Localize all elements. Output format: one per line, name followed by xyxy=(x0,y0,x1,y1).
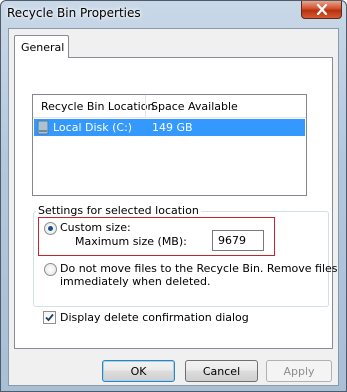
dialog-window: Recycle Bin Properties General Recycle B… xyxy=(0,0,347,392)
no-move-label-line1[interactable]: Do not move files to the Recycle Bin. Re… xyxy=(60,262,338,275)
close-button[interactable] xyxy=(301,1,342,19)
list-header: Recycle Bin Location Space Available xyxy=(33,95,306,118)
dialog-client: General Recycle Bin Location Space Avail… xyxy=(8,28,339,386)
no-move-label-line2[interactable]: immediately when deleted. xyxy=(60,275,211,288)
no-move-radio[interactable] xyxy=(44,263,57,276)
max-size-input[interactable] xyxy=(212,230,264,251)
column-header-location[interactable]: Recycle Bin Location xyxy=(41,100,154,113)
settings-group-label: Settings for selected location xyxy=(36,204,201,217)
max-size-label: Maximum size (MB): xyxy=(75,235,187,248)
general-panel: Recycle Bin Location Space Available Loc… xyxy=(14,57,338,349)
window-title: Recycle Bin Properties xyxy=(7,6,141,20)
column-header-space[interactable]: Space Available xyxy=(151,100,238,113)
location-list[interactable]: Recycle Bin Location Space Available Loc… xyxy=(32,94,307,196)
list-item[interactable]: Local Disk (C:) 149 GB xyxy=(34,119,305,136)
ok-button[interactable]: OK xyxy=(102,360,175,382)
tab-general-label: General xyxy=(21,41,65,54)
custom-size-label[interactable]: Custom size: xyxy=(60,221,131,234)
drive-icon xyxy=(37,120,49,135)
confirm-checkbox[interactable] xyxy=(43,311,56,324)
checkmark-icon xyxy=(45,313,54,322)
title-bar[interactable]: Recycle Bin Properties xyxy=(1,1,346,27)
confirm-label[interactable]: Display delete confirmation dialog xyxy=(60,311,249,324)
close-icon xyxy=(316,4,328,15)
space-available: 149 GB xyxy=(152,121,193,134)
apply-button[interactable]: Apply xyxy=(266,360,332,382)
tab-general[interactable]: General xyxy=(14,35,69,58)
column-divider[interactable] xyxy=(145,95,146,117)
location-name: Local Disk (C:) xyxy=(53,121,133,134)
custom-size-radio[interactable] xyxy=(44,222,57,235)
cancel-button[interactable]: Cancel xyxy=(185,360,258,382)
